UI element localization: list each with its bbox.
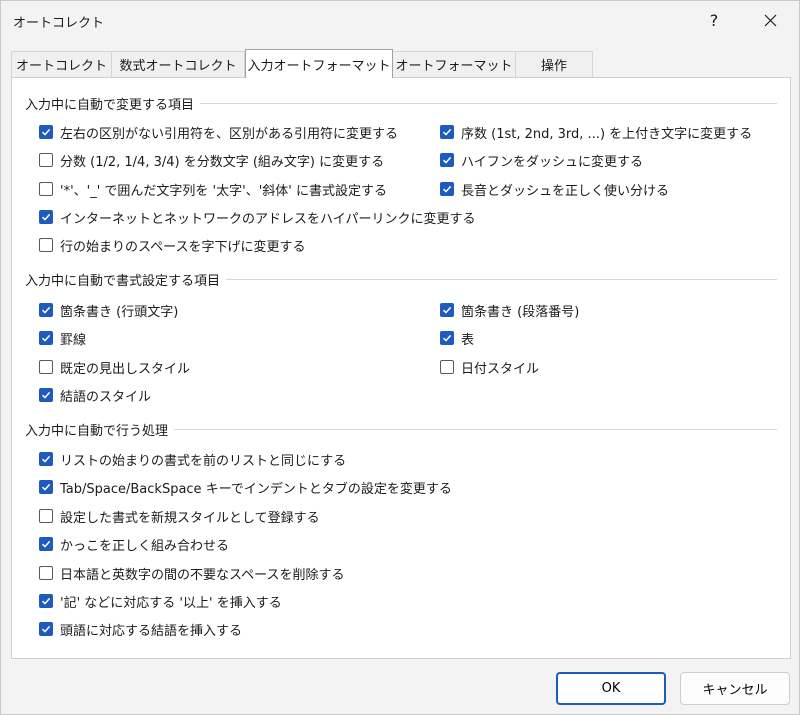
checkbox-unchecked-icon [39, 153, 53, 167]
checkbox-checked-icon [440, 331, 454, 345]
checkbox-checked-icon [39, 210, 53, 224]
checkbox-label: 表 [461, 332, 475, 348]
checkbox-label: 長音とダッシュを正しく使い分ける [461, 183, 670, 199]
close-button[interactable] [747, 1, 793, 39]
checkbox-checked-icon [39, 622, 53, 636]
autocorrect-dialog: オートコレクト ? オートコレクト 数式オートコレクト 入力オートフォーマット … [0, 0, 800, 715]
checkbox-insert-closing-phrase[interactable]: 頭語に対応する結語を挿入する [39, 619, 242, 639]
checkbox-label: 左右の区別がない引用符を、区別がある引用符に変更する [60, 126, 399, 142]
checkbox-border-lines[interactable]: 罫線 [39, 328, 86, 348]
tab-autocorrect[interactable]: オートコレクト [11, 51, 112, 77]
checkbox-checked-icon [440, 303, 454, 317]
checkbox-format-list-like-previous[interactable]: リストの始まりの書式を前のリストと同じにする [39, 449, 346, 469]
close-icon [764, 14, 776, 26]
checkbox-date-style[interactable]: 日付スタイル [440, 357, 539, 377]
checkbox-label: 結語のスタイル [60, 389, 152, 405]
checkbox-unchecked-icon [39, 238, 53, 252]
checkbox-checked-icon [440, 125, 454, 139]
tab-autoformat-as-you-type[interactable]: 入力オートフォーマット [245, 49, 393, 78]
checkbox-label: 分数 (1/2, 1/4, 3/4) を分数文字 (組み文字) に変更する [60, 154, 385, 170]
group-title-replace-as-you-type: 入力中に自動で変更する項目 [25, 94, 201, 113]
tab-autoformat[interactable]: オートフォーマット [392, 51, 516, 77]
checkbox-smart-quotes[interactable]: 左右の区別がない引用符を、区別がある引用符に変更する [39, 122, 398, 142]
checkbox-checked-icon [39, 388, 53, 402]
tab-actions[interactable]: 操作 [515, 51, 593, 77]
tab-panel: 入力中に自動で変更する項目 左右の区別がない引用符を、区別がある引用符に変更する… [11, 77, 791, 659]
help-icon: ? [709, 10, 719, 30]
ok-button[interactable]: OK [556, 672, 666, 705]
checkbox-label: '*'、'_' で囲んだ文字列を '太字'、'斜体' に書式設定する [60, 183, 387, 199]
checkbox-label: 箇条書き (行頭文字) [60, 304, 179, 320]
checkbox-remove-spaces[interactable]: 日本語と英数字の間の不要なスペースを削除する [39, 563, 344, 583]
checkbox-checked-icon [39, 452, 53, 466]
checkbox-insert-ijou[interactable]: '記' などに対応する '以上' を挿入する [39, 591, 282, 611]
checkbox-checked-icon [39, 537, 53, 551]
checkbox-unchecked-icon [39, 182, 53, 196]
checkbox-label: '記' などに対応する '以上' を挿入する [60, 595, 282, 611]
checkbox-label: 箇条書き (段落番号) [461, 304, 580, 320]
checkbox-fractions[interactable]: 分数 (1/2, 1/4, 3/4) を分数文字 (組み文字) に変更する [39, 150, 384, 170]
checkbox-long-vowel-dash[interactable]: 長音とダッシュを正しく使い分ける [440, 179, 669, 199]
checkbox-label: 日付スタイル [461, 361, 540, 377]
checkbox-tab-indent[interactable]: Tab/Space/BackSpace キーでインデントとタブの設定を変更する [39, 477, 452, 497]
checkbox-label: ハイフンをダッシュに変更する [461, 154, 644, 170]
checkbox-label: 日本語と英数字の間の不要なスペースを削除する [60, 567, 345, 583]
checkbox-checked-icon [440, 182, 454, 196]
checkbox-hyperlinks[interactable]: インターネットとネットワークのアドレスをハイパーリンクに変更する [39, 207, 475, 227]
checkbox-checked-icon [39, 303, 53, 317]
checkbox-ordinals-superscript[interactable]: 序数 (1st, 2nd, 3rd, ...) を上付き文字に変更する [440, 122, 752, 142]
title-bar: オートコレクト ? [1, 1, 799, 39]
checkbox-checked-icon [39, 125, 53, 139]
checkbox-leading-spaces-indent[interactable]: 行の始まりのスペースを字下げに変更する [39, 235, 305, 255]
checkbox-bulleted-lists[interactable]: 箇条書き (行頭文字) [39, 300, 178, 320]
checkbox-label: 既定の見出しスタイル [60, 361, 191, 377]
group-title-automatically-as-you-type: 入力中に自動で行う処理 [25, 420, 175, 439]
checkbox-label: 罫線 [60, 332, 87, 348]
group-title-apply-as-you-type: 入力中に自動で書式設定する項目 [25, 270, 227, 289]
checkbox-checked-icon [440, 153, 454, 167]
checkbox-unchecked-icon [39, 566, 53, 580]
tab-strip: オートコレクト 数式オートコレクト 入力オートフォーマット オートフォーマット … [11, 49, 791, 78]
checkbox-unchecked-icon [39, 360, 53, 374]
dialog-title: オートコレクト [13, 16, 105, 31]
checkbox-bold-italic[interactable]: '*'、'_' で囲んだ文字列を '太字'、'斜体' に書式設定する [39, 179, 387, 199]
checkbox-unchecked-icon [440, 360, 454, 374]
checkbox-label: インターネットとネットワークのアドレスをハイパーリンクに変更する [60, 211, 476, 227]
checkbox-unchecked-icon [39, 509, 53, 523]
checkbox-label: 設定した書式を新規スタイルとして登録する [60, 510, 320, 526]
checkbox-match-parentheses[interactable]: かっこを正しく組み合わせる [39, 534, 229, 554]
checkbox-label: 序数 (1st, 2nd, 3rd, ...) を上付き文字に変更する [461, 126, 753, 142]
checkbox-checked-icon [39, 594, 53, 608]
checkbox-define-styles[interactable]: 設定した書式を新規スタイルとして登録する [39, 506, 320, 526]
checkbox-tables[interactable]: 表 [440, 328, 474, 348]
checkbox-hyphens-dash[interactable]: ハイフンをダッシュに変更する [440, 150, 643, 170]
checkbox-checked-icon [39, 331, 53, 345]
checkbox-label: リストの始まりの書式を前のリストと同じにする [60, 453, 347, 469]
checkbox-label: 頭語に対応する結語を挿入する [60, 623, 243, 639]
checkbox-closing-style[interactable]: 結語のスタイル [39, 385, 151, 405]
checkbox-numbered-lists[interactable]: 箇条書き (段落番号) [440, 300, 579, 320]
help-button[interactable]: ? [691, 1, 737, 39]
tab-math-autocorrect[interactable]: 数式オートコレクト [111, 51, 245, 77]
checkbox-checked-icon [39, 480, 53, 494]
cancel-button[interactable]: キャンセル [680, 672, 790, 705]
checkbox-label: Tab/Space/BackSpace キーでインデントとタブの設定を変更する [60, 481, 452, 497]
checkbox-label: 行の始まりのスペースを字下げに変更する [60, 239, 306, 255]
checkbox-built-in-heading-styles[interactable]: 既定の見出しスタイル [39, 357, 190, 377]
checkbox-label: かっこを正しく組み合わせる [60, 538, 230, 554]
